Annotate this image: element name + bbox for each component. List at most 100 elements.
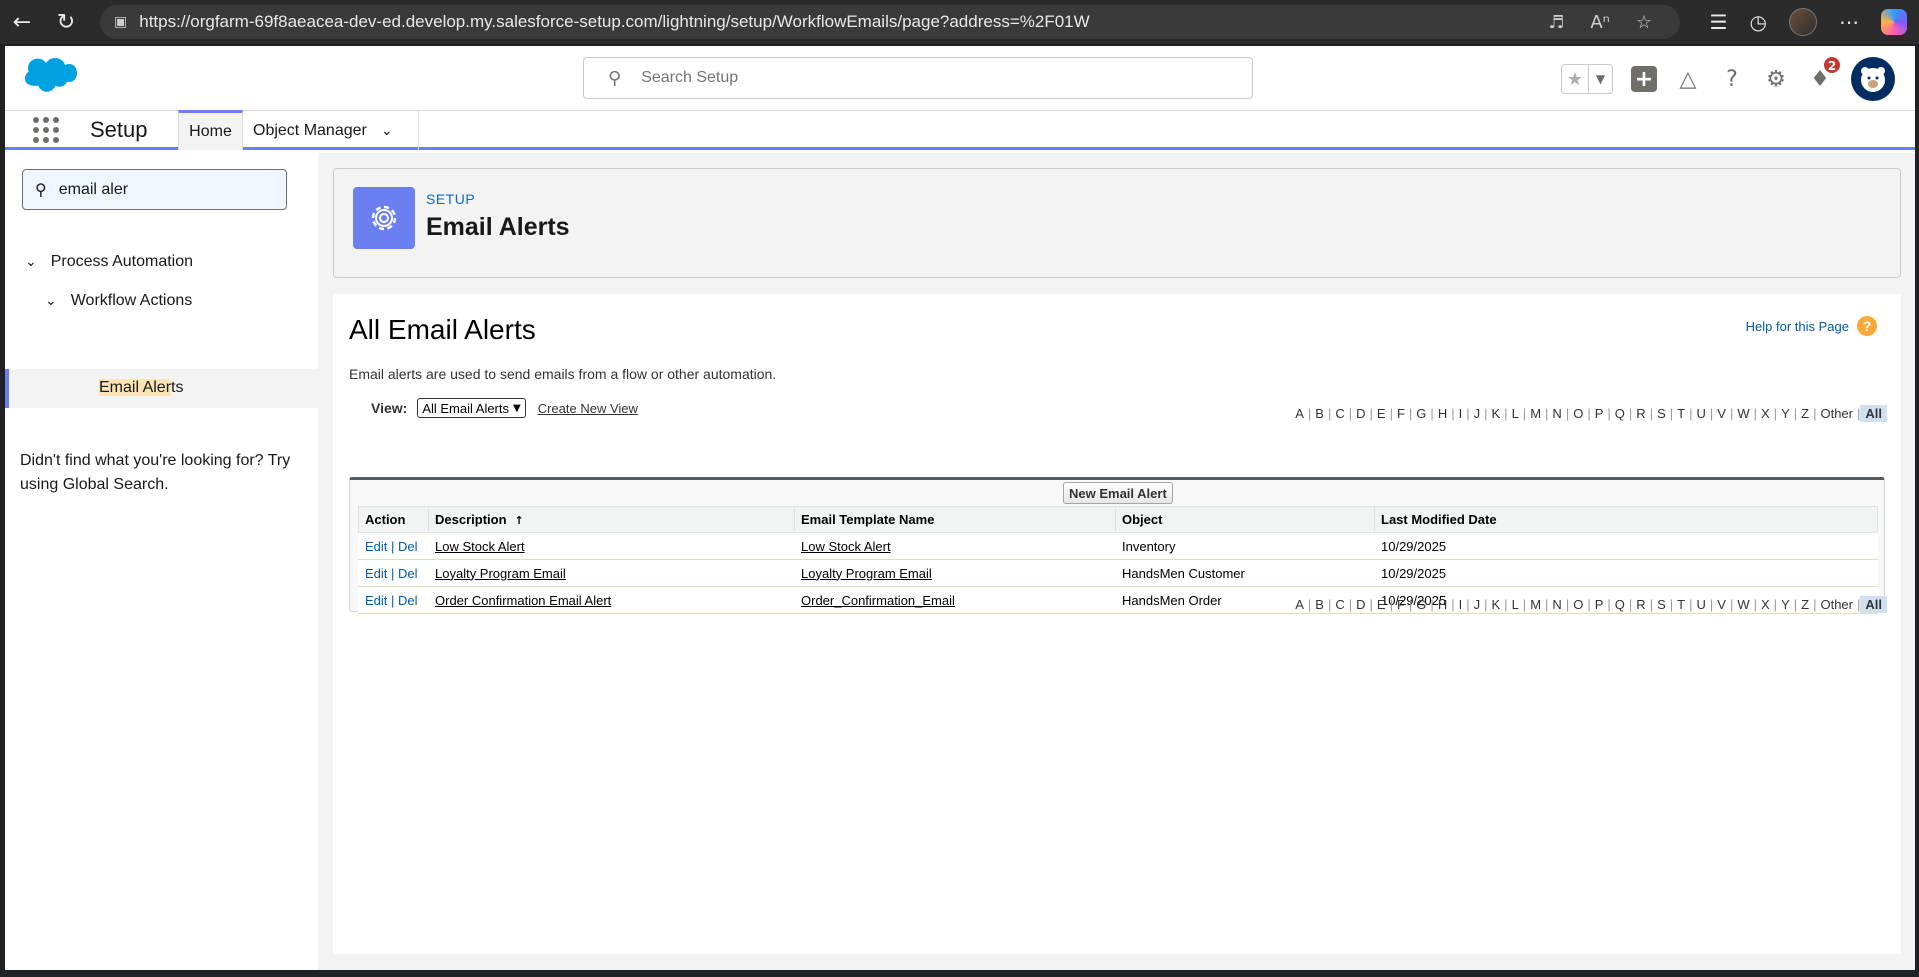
back-icon[interactable]: ←	[0, 0, 44, 44]
alphabet-filter-u[interactable]: U	[1692, 406, 1709, 421]
chevron-down-icon[interactable]: ⌄	[45, 293, 57, 309]
alphabet-filter-p[interactable]: P	[1591, 406, 1608, 421]
alphabet-filter-e[interactable]: E	[1373, 597, 1390, 612]
alphabet-filter-b[interactable]: B	[1311, 406, 1328, 421]
refresh-icon[interactable]: ↻	[44, 0, 88, 44]
description-link[interactable]: Loyalty Program Email	[435, 566, 566, 581]
tab-object-manager[interactable]: Object Manager ⌄	[243, 111, 419, 150]
trailhead-icon[interactable]: △	[1675, 66, 1701, 92]
alphabet-filter-o[interactable]: O	[1569, 406, 1587, 421]
alphabet-filter-q[interactable]: Q	[1611, 406, 1629, 421]
delete-link[interactable]: Del	[398, 593, 418, 608]
address-bar[interactable]: ▣ https://orgfarm-69f8aeacea-dev-ed.deve…	[100, 5, 1680, 39]
alphabet-filter-q[interactable]: Q	[1611, 597, 1629, 612]
alphabet-filter-all[interactable]: All	[1860, 595, 1887, 613]
alphabet-filter-other[interactable]: Other	[1816, 406, 1857, 421]
alphabet-filter-t[interactable]: T	[1673, 597, 1689, 612]
tree-item-email-alerts[interactable]: Email Alerts	[5, 369, 318, 408]
edit-link[interactable]: Edit	[365, 539, 387, 554]
alphabet-filter-c[interactable]: C	[1331, 597, 1348, 612]
alphabet-filter-f[interactable]: F	[1393, 406, 1409, 421]
chevron-down-icon[interactable]: ⌄	[381, 123, 393, 139]
alphabet-filter-z[interactable]: Z	[1797, 597, 1813, 612]
column-header-modified[interactable]: Last Modified Date	[1374, 506, 1878, 533]
alphabet-filter-u[interactable]: U	[1692, 597, 1709, 612]
alphabet-filter-l[interactable]: L	[1508, 406, 1523, 421]
favorites-button[interactable]: ★ ▼	[1561, 64, 1613, 94]
alphabet-filter-g[interactable]: G	[1412, 406, 1430, 421]
alphabet-filter-w[interactable]: W	[1733, 406, 1753, 421]
alphabet-filter-h[interactable]: H	[1434, 597, 1451, 612]
alphabet-filter-a[interactable]: A	[1291, 406, 1308, 421]
tree-item-process-automation[interactable]: ⌄ Process Automation	[25, 253, 193, 271]
alphabet-filter-y[interactable]: Y	[1777, 406, 1794, 421]
view-select[interactable]: All Email Alerts ▼	[417, 398, 526, 418]
alphabet-filter-z[interactable]: Z	[1797, 406, 1813, 421]
alphabet-filter-v[interactable]: V	[1713, 597, 1730, 612]
favorite-star-icon[interactable]: ☆	[1636, 12, 1652, 33]
alphabet-filter-j[interactable]: J	[1470, 597, 1485, 612]
help-icon[interactable]: ?	[1719, 66, 1745, 92]
alphabet-filter-n[interactable]: N	[1548, 597, 1565, 612]
site-info-icon[interactable]: ▣	[114, 14, 127, 30]
quick-find-input[interactable]: ⚲ email aler	[22, 169, 287, 210]
more-options-icon[interactable]: ⋯	[1839, 10, 1859, 34]
alphabet-filter-r[interactable]: R	[1632, 406, 1649, 421]
copilot-icon[interactable]	[1881, 9, 1907, 35]
template-link[interactable]: Low Stock Alert	[801, 539, 891, 554]
help-question-icon[interactable]: ?	[1857, 316, 1877, 336]
alphabet-filter-m[interactable]: M	[1526, 597, 1545, 612]
user-avatar[interactable]	[1851, 57, 1895, 101]
chevron-down-icon[interactable]: ⌄	[25, 254, 37, 270]
alphabet-filter-s[interactable]: S	[1653, 597, 1670, 612]
edit-link[interactable]: Edit	[365, 593, 387, 608]
alphabet-filter-x[interactable]: X	[1757, 406, 1774, 421]
alphabet-filter-a[interactable]: A	[1291, 597, 1308, 612]
template-link[interactable]: Order_Confirmation_Email	[801, 593, 955, 608]
alphabet-filter-c[interactable]: C	[1331, 406, 1348, 421]
alphabet-filter-k[interactable]: K	[1488, 597, 1505, 612]
alphabet-filter-v[interactable]: V	[1713, 406, 1730, 421]
alphabet-filter-d[interactable]: D	[1352, 597, 1369, 612]
alphabet-filter-l[interactable]: L	[1508, 597, 1523, 612]
browser-profile-avatar[interactable]	[1789, 8, 1817, 36]
alphabet-filter-f[interactable]: F	[1393, 597, 1409, 612]
star-icon[interactable]: ★	[1562, 69, 1588, 90]
alphabet-filter-t[interactable]: T	[1673, 406, 1689, 421]
delete-link[interactable]: Del	[398, 539, 418, 554]
alphabet-filter-o[interactable]: O	[1569, 597, 1587, 612]
alphabet-filter-j[interactable]: J	[1470, 406, 1485, 421]
alphabet-filter-p[interactable]: P	[1591, 597, 1608, 612]
column-header-object[interactable]: Object	[1115, 506, 1375, 533]
notifications-blocked-icon[interactable]: ♬	[1548, 12, 1564, 33]
template-link[interactable]: Loyalty Program Email	[801, 566, 932, 581]
edit-link[interactable]: Edit	[365, 566, 387, 581]
description-link[interactable]: Low Stock Alert	[435, 539, 525, 554]
alphabet-filter-h[interactable]: H	[1434, 406, 1451, 421]
column-header-template[interactable]: Email Template Name	[794, 506, 1116, 533]
salesforce-logo[interactable]	[25, 58, 77, 96]
delete-link[interactable]: Del	[398, 566, 418, 581]
alphabet-filter-other[interactable]: Other	[1816, 597, 1857, 612]
alphabet-filter-all[interactable]: All	[1860, 404, 1887, 422]
global-actions-plus-icon[interactable]: +	[1631, 66, 1657, 92]
new-email-alert-button[interactable]: New Email Alert	[1063, 482, 1173, 504]
help-for-page-link[interactable]: Help for this Page ?	[1746, 316, 1877, 336]
favorites-icon[interactable]: ☰	[1710, 10, 1728, 34]
search-setup-input[interactable]: ⚲ Search Setup	[583, 57, 1253, 99]
alphabet-filter-i[interactable]: I	[1455, 406, 1467, 421]
alphabet-filter-r[interactable]: R	[1632, 597, 1649, 612]
notifications-bell-icon[interactable]: ♦ 2	[1807, 56, 1841, 92]
alphabet-filter-y[interactable]: Y	[1777, 597, 1794, 612]
tree-item-workflow-actions[interactable]: ⌄ Workflow Actions	[45, 292, 192, 310]
tab-home[interactable]: Home	[178, 110, 243, 150]
create-new-view-link[interactable]: Create New View	[538, 401, 638, 416]
column-header-description[interactable]: Description ↑	[428, 506, 795, 533]
favorites-dropdown-icon[interactable]: ▼	[1588, 65, 1612, 93]
alphabet-filter-k[interactable]: K	[1488, 406, 1505, 421]
alphabet-filter-e[interactable]: E	[1373, 406, 1390, 421]
history-icon[interactable]: ◷	[1750, 10, 1767, 34]
alphabet-filter-w[interactable]: W	[1733, 597, 1753, 612]
alphabet-filter-n[interactable]: N	[1548, 406, 1565, 421]
alphabet-filter-d[interactable]: D	[1352, 406, 1369, 421]
